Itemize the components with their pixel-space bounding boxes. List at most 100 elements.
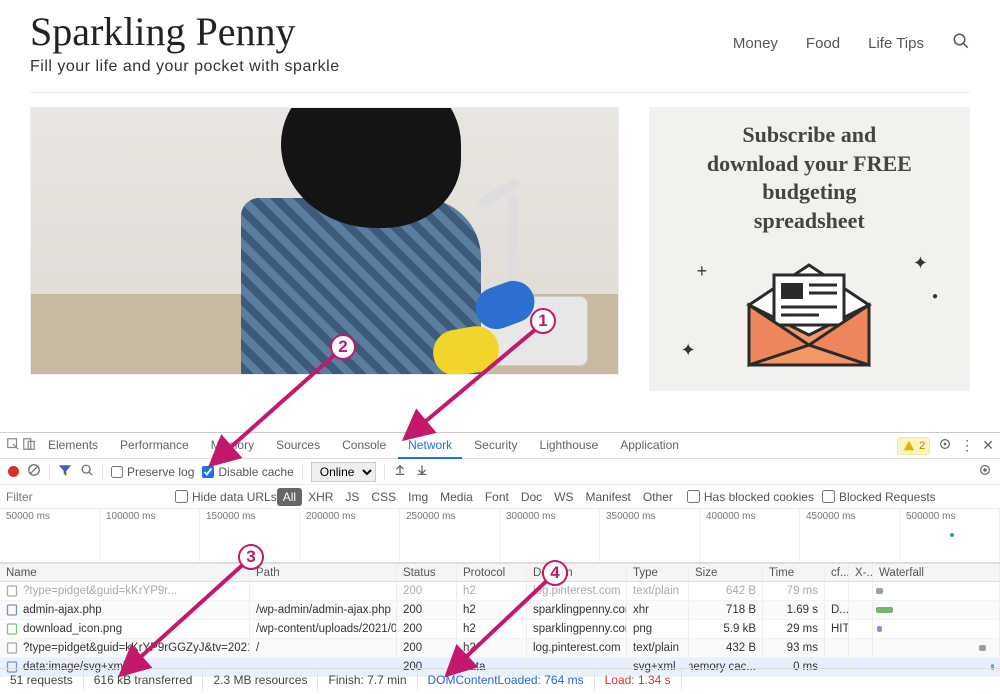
sb-transferred: 616 kB transferred (84, 669, 204, 690)
filter-all[interactable]: All (277, 488, 302, 506)
more-icon[interactable]: ⋮ (960, 437, 974, 454)
cell-type: xhr (627, 601, 689, 619)
col-cf: cf... (825, 564, 849, 581)
nav-food[interactable]: Food (806, 35, 840, 52)
hero-image[interactable] (30, 107, 619, 375)
site-logo[interactable]: Sparkling Penny (30, 12, 340, 52)
preserve-log-checkbox[interactable]: Preserve log (111, 465, 194, 479)
device-icon[interactable] (22, 437, 36, 454)
upload-icon[interactable] (393, 463, 407, 480)
cell-size: 718 B (689, 601, 763, 619)
download-icon[interactable] (415, 463, 429, 480)
logo-block: Sparkling Penny Fill your life and your … (30, 12, 340, 76)
tab-security[interactable]: Security (464, 433, 527, 459)
cell-time: 79 ms (763, 582, 825, 600)
network-toolbar: Preserve log Disable cache Online (0, 459, 1000, 485)
page-header: Sparkling Penny Fill your life and your … (0, 0, 1000, 86)
filter-other[interactable]: Other (637, 488, 679, 506)
subscribe-cta[interactable]: Subscribe and download your FREE budgeti… (649, 107, 970, 391)
cell-x (849, 582, 873, 600)
sb-requests: 51 requests (0, 669, 84, 690)
nav-lifetips[interactable]: Life Tips (868, 35, 924, 52)
col-status: Status (397, 564, 457, 581)
filter-css[interactable]: CSS (365, 488, 402, 506)
cell-status: 200 (397, 582, 457, 600)
tab-application[interactable]: Application (610, 433, 689, 459)
has-blocked-cookies-checkbox[interactable]: Has blocked cookies (687, 490, 814, 504)
search-icon[interactable] (80, 463, 94, 480)
cell-status: 200 (397, 620, 457, 638)
filter-js[interactable]: JS (339, 488, 365, 506)
table-row[interactable]: download_icon.png/wp-content/uploads/202… (0, 620, 1000, 639)
cell-path: /wp-content/uploads/2021/01... (250, 620, 397, 638)
col-path: Path (250, 564, 397, 581)
nav-money[interactable]: Money (733, 35, 778, 52)
filter-input[interactable] (0, 487, 167, 507)
inspect-icon[interactable] (6, 437, 20, 454)
cell-type: text/plain (627, 639, 689, 657)
cell-cf (825, 582, 849, 600)
filter-img[interactable]: Img (402, 488, 434, 506)
cell-type: text/plain (627, 582, 689, 600)
sb-load: Load: 1.34 s (595, 669, 682, 690)
timeline-overview[interactable]: 50000 ms 100000 ms 150000 ms 200000 ms 2… (0, 509, 1000, 563)
cell-status: 200 (397, 601, 457, 619)
throttling-select[interactable]: Online (311, 462, 376, 482)
filter-manifest[interactable]: Manifest (580, 488, 637, 506)
cell-name: download_icon.png (0, 620, 250, 638)
cell-time: 1.69 s (763, 601, 825, 619)
tab-lighthouse[interactable]: Lighthouse (530, 433, 609, 459)
settings-icon[interactable] (938, 437, 952, 454)
table-row[interactable]: ?type=pidget&guid=kKrYP9rGGZyJ&tv=202102… (0, 639, 1000, 658)
navbar: Money Food Life Tips (733, 12, 970, 54)
col-x: X-... (849, 564, 873, 581)
network-settings-icon[interactable] (978, 463, 992, 480)
cell-x (849, 620, 873, 638)
col-size: Size (689, 564, 763, 581)
clear-icon[interactable] (27, 463, 41, 480)
close-icon[interactable]: ✕ (982, 437, 994, 454)
tab-elements[interactable]: Elements (38, 433, 108, 459)
network-filterbar: Hide data URLs All XHR JS CSS Img Media … (0, 485, 1000, 509)
tab-sources[interactable]: Sources (266, 433, 330, 459)
cell-protocol: h2 (457, 639, 527, 657)
cell-name: admin-ajax.php (0, 601, 250, 619)
site-tagline: Fill your life and your pocket with spar… (30, 58, 340, 76)
table-header[interactable]: Name Path Status Protocol Domain Type Si… (0, 563, 1000, 582)
table-row[interactable]: admin-ajax.php/wp-admin/admin-ajax.php20… (0, 601, 1000, 620)
tab-memory[interactable]: Memory (201, 433, 264, 459)
tab-network[interactable]: Network (398, 433, 462, 459)
col-waterfall: Waterfall (873, 564, 1000, 581)
tab-console[interactable]: Console (332, 433, 396, 459)
cell-waterfall (873, 582, 1000, 600)
header-divider (30, 92, 970, 93)
filter-media[interactable]: Media (434, 488, 479, 506)
cell-waterfall (873, 601, 1000, 619)
cell-time: 93 ms (763, 639, 825, 657)
search-icon[interactable] (952, 32, 970, 54)
col-name: Name (0, 564, 250, 581)
table-row[interactable]: ?type=pidget&guid=kKrYP9r...200h2log.pin… (0, 582, 1000, 601)
filter-font[interactable]: Font (479, 488, 515, 506)
cell-x (849, 639, 873, 657)
warnings-badge[interactable]: 2 (897, 437, 930, 455)
tab-performance[interactable]: Performance (110, 433, 199, 459)
cell-domain: sparklingpenny.com (527, 601, 627, 619)
cell-protocol: h2 (457, 601, 527, 619)
hide-data-urls-checkbox[interactable]: Hide data URLs (175, 490, 277, 504)
filter-ws[interactable]: WS (548, 488, 579, 506)
col-type: Type (627, 564, 689, 581)
filter-icon[interactable] (58, 463, 72, 480)
blocked-requests-checkbox[interactable]: Blocked Requests (822, 490, 936, 504)
cell-cf: HIT (825, 620, 849, 638)
cell-domain: log.pinterest.com (527, 639, 627, 657)
filter-doc[interactable]: Doc (515, 488, 548, 506)
filter-xhr[interactable]: XHR (302, 488, 339, 506)
sb-finish: Finish: 7.7 min (318, 669, 417, 690)
cell-name: ?type=pidget&guid=kKrYP9rGGZyJ&tv=202102… (0, 639, 250, 657)
cell-size: 642 B (689, 582, 763, 600)
disable-cache-checkbox[interactable]: Disable cache (202, 465, 293, 479)
record-button[interactable] (8, 466, 19, 477)
page-content: Subscribe and download your FREE budgeti… (0, 107, 1000, 391)
cell-path: /wp-admin/admin-ajax.php (250, 601, 397, 619)
